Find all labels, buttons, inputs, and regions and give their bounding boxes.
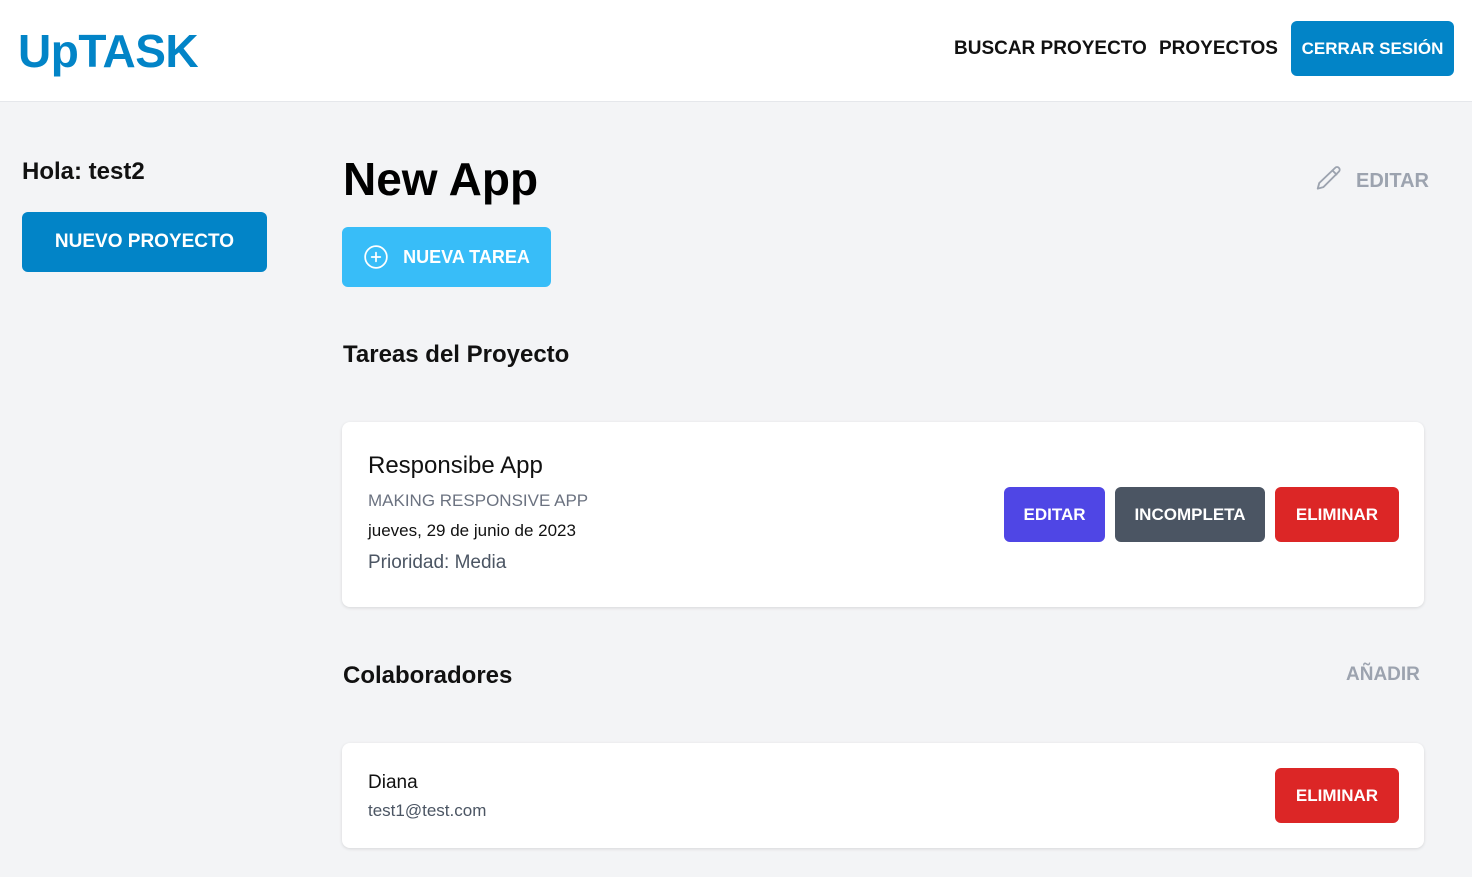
user-greeting: Hola: test2 (22, 158, 145, 185)
nav-search-project-link[interactable]: BUSCAR PROYECTO (954, 38, 1147, 60)
task-priority: Prioridad: Media (368, 552, 507, 573)
project-title: New App (343, 153, 539, 205)
task-status-button[interactable]: INCOMPLETA (1115, 487, 1265, 542)
logout-button[interactable]: CERRAR SESIÓN (1291, 21, 1454, 76)
collaborator-name: Diana (368, 772, 418, 793)
new-task-label: NUEVA TAREA (403, 246, 530, 267)
edit-project-label: EDITAR (1356, 169, 1429, 192)
nav-projects-link[interactable]: PROYECTOS (1159, 38, 1278, 60)
collaborators-section-title: Colaboradores (343, 662, 513, 689)
collaborator-card: Diana test1@test.com ELIMINAR (342, 743, 1424, 848)
app-logo[interactable]: UpTASK (18, 24, 199, 78)
task-description: MAKING RESPONSIVE APP (368, 491, 589, 510)
top-header: UpTASK BUSCAR PROYECTO PROYECTOS CERRAR … (0, 0, 1472, 102)
edit-project-button[interactable]: EDITAR (1314, 163, 1429, 199)
new-project-button[interactable]: NUEVO PROYECTO (22, 212, 267, 272)
task-name: Responsibe App (368, 452, 543, 479)
tasks-section-title: Tareas del Proyecto (343, 341, 570, 368)
add-collaborator-link[interactable]: AÑADIR (1346, 664, 1420, 686)
delete-collaborator-button[interactable]: ELIMINAR (1275, 768, 1399, 823)
new-task-button[interactable]: NUEVA TAREA (342, 227, 551, 287)
task-card: Responsibe App MAKING RESPONSIVE APP jue… (342, 422, 1424, 607)
collaborator-email: test1@test.com (368, 801, 487, 820)
task-date: jueves, 29 de junio de 2023 (368, 521, 576, 540)
edit-task-button[interactable]: EDITAR (1004, 487, 1105, 542)
plus-circle-icon (363, 244, 389, 270)
pencil-icon (1314, 163, 1344, 199)
delete-task-button[interactable]: ELIMINAR (1275, 487, 1399, 542)
